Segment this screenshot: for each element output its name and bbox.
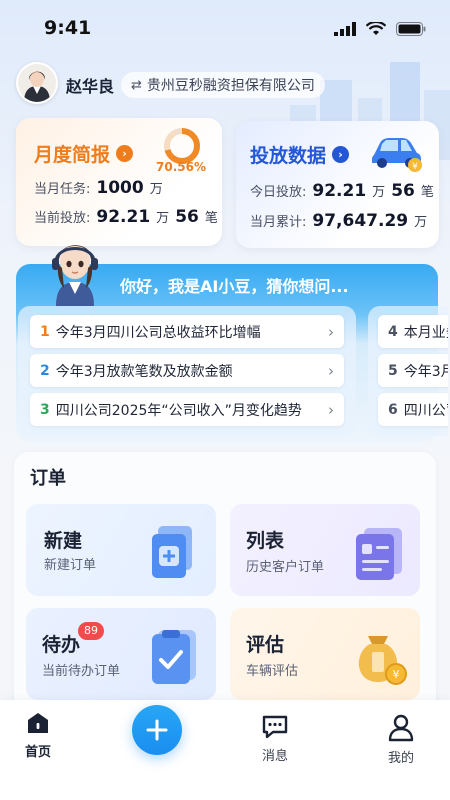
monthly-brief-title-row[interactable]: 月度简报 › xyxy=(34,140,134,167)
avatar[interactable] xyxy=(16,62,58,104)
clipboard-check-icon xyxy=(152,630,196,684)
chevron-right-icon: › xyxy=(328,322,334,341)
tile-title: 待办 xyxy=(42,634,81,656)
add-button[interactable] xyxy=(132,705,182,755)
month-total-unit: 万 xyxy=(414,215,428,230)
question-text: 本月业务 xyxy=(403,324,448,341)
question-number: 1 xyxy=(40,323,50,340)
tile-subtitle: 车辆评估 xyxy=(246,664,299,679)
monthly-invest-unit: 万 xyxy=(156,211,170,226)
order-list-icon xyxy=(356,528,402,580)
battery-icon xyxy=(396,22,426,36)
user-name: 赵华良 xyxy=(66,77,115,96)
message-icon xyxy=(262,715,288,739)
svg-text:¥: ¥ xyxy=(393,668,400,681)
suggested-question-2[interactable]: 2 今年3月放款笔数及放款金额 › xyxy=(30,354,344,387)
question-number: 4 xyxy=(388,323,398,340)
vehicle-evaluation-tile[interactable]: 评估 车辆评估 ¥ xyxy=(230,608,420,700)
swap-icon: ⇄ xyxy=(131,77,142,93)
investment-data-title: 投放数据 xyxy=(250,145,327,167)
wifi-icon xyxy=(366,22,386,35)
today-invest-value: 92.21 xyxy=(312,181,367,201)
chevron-right-icon: › xyxy=(328,400,334,419)
nav-mine-label: 我的 xyxy=(387,751,414,766)
question-text: 今年3月 xyxy=(403,363,448,380)
today-invest-count-unit: 笔 xyxy=(420,185,434,200)
tile-title: 评估 xyxy=(246,634,285,656)
nav-home[interactable]: 首页 xyxy=(18,712,58,760)
monthly-brief-card[interactable]: 月度简报 › 70.56% 当月任务: 1000 万 当前投放: 92.21 万… xyxy=(16,118,222,246)
user-icon xyxy=(388,714,414,742)
monthly-invest-row: 当前投放: 92.21 万 56 笔 xyxy=(34,207,218,227)
chevron-right-icon: › xyxy=(116,145,134,162)
monthly-task-unit: 万 xyxy=(149,182,163,197)
todo-order-tile[interactable]: 待办 89 当前待办订单 xyxy=(26,608,216,700)
question-number: 3 xyxy=(40,401,50,418)
new-document-icon xyxy=(152,526,192,578)
home-icon xyxy=(28,713,48,733)
suggested-questions-panel: 1 今年3月四川公司总收益环比增幅 › 2 今年3月放款笔数及放款金额 › 3 … xyxy=(18,306,356,436)
month-total-label: 当月累计: xyxy=(250,215,307,230)
question-text: 今年3月放款笔数及放款金额 xyxy=(55,363,233,380)
ai-greeting[interactable]: 你好，我是AI小豆，猜你想问... xyxy=(120,273,349,297)
company-switcher[interactable]: ⇄ 贵州豆秒融资担保有限公司 xyxy=(121,72,325,98)
chevron-right-icon: › xyxy=(328,361,334,380)
status-icons xyxy=(334,22,426,36)
monthly-task-row: 当月任务: 1000 万 xyxy=(34,178,163,198)
nav-messages-label: 消息 xyxy=(261,749,288,764)
suggested-questions-panel-next: 4 本月业务 5 今年3月 6 四川公司 xyxy=(368,306,448,436)
monthly-brief-title: 月度简报 xyxy=(34,144,111,166)
nav-messages[interactable]: 消息 xyxy=(255,714,295,764)
money-bag-icon: ¥ xyxy=(358,636,407,685)
tile-title: 列表 xyxy=(246,530,285,552)
monthly-task-value: 1000 xyxy=(96,178,144,198)
ai-mascot-icon[interactable] xyxy=(44,232,106,306)
chevron-right-icon: › xyxy=(332,146,350,163)
plus-icon xyxy=(146,719,168,741)
new-order-tile[interactable]: 新建 新建订单 xyxy=(26,504,216,596)
investment-data-card[interactable]: 投放数据 › ¥ 今日投放: 92.21 万 56 笔 当月累计: 97,647… xyxy=(236,121,439,248)
month-total-value: 97,647.29 xyxy=(312,211,409,231)
question-number: 6 xyxy=(388,401,398,418)
today-invest-row: 今日投放: 92.21 万 56 笔 xyxy=(250,181,434,201)
avatar-portrait-icon xyxy=(18,64,56,102)
question-text: 四川公司 xyxy=(403,402,448,419)
month-total-row: 当月累计: 97,647.29 万 xyxy=(250,211,427,231)
car-icon: ¥ xyxy=(372,138,422,172)
monthly-invest-value: 92.21 xyxy=(96,207,151,227)
tile-subtitle: 新建订单 xyxy=(44,558,97,573)
today-invest-label: 今日投放: xyxy=(250,185,307,200)
investment-data-title-row[interactable]: 投放数据 › xyxy=(250,141,350,168)
progress-percent: 70.56% xyxy=(156,160,206,174)
orders-heading: 订单 xyxy=(30,468,66,489)
nav-home-label: 首页 xyxy=(24,745,51,760)
nav-mine[interactable]: 我的 xyxy=(381,714,421,766)
tile-subtitle: 当前待办订单 xyxy=(42,664,121,679)
company-name: 贵州豆秒融资担保有限公司 xyxy=(146,78,315,94)
tile-subtitle: 历史客户订单 xyxy=(246,560,325,575)
question-text: 四川公司2025年“公司收入”月变化趋势 xyxy=(55,402,302,419)
suggested-question-1[interactable]: 1 今年3月四川公司总收益环比增幅 › xyxy=(30,315,344,348)
suggested-question-3[interactable]: 3 四川公司2025年“公司收入”月变化趋势 › xyxy=(30,393,344,426)
tile-title: 新建 xyxy=(44,530,83,552)
suggested-question-6[interactable]: 6 四川公司 xyxy=(378,393,448,426)
todo-count-badge: 89 xyxy=(78,622,104,640)
question-number: 5 xyxy=(388,362,398,379)
monthly-task-label: 当月任务: xyxy=(34,182,91,197)
suggested-question-4[interactable]: 4 本月业务 xyxy=(378,315,448,348)
status-time: 9:41 xyxy=(44,17,92,39)
today-invest-count: 56 xyxy=(391,181,415,201)
order-list-tile[interactable]: 列表 历史客户订单 xyxy=(230,504,420,596)
question-text: 今年3月四川公司总收益环比增幅 xyxy=(55,324,261,341)
today-invest-unit: 万 xyxy=(372,185,386,200)
monthly-invest-count: 56 xyxy=(175,207,199,227)
monthly-invest-count-unit: 笔 xyxy=(204,211,218,226)
suggested-question-5[interactable]: 5 今年3月 xyxy=(378,354,448,387)
svg-text:¥: ¥ xyxy=(412,162,418,172)
question-number: 2 xyxy=(40,362,50,379)
signal-icon xyxy=(334,22,356,36)
monthly-invest-label: 当前投放: xyxy=(34,211,91,226)
